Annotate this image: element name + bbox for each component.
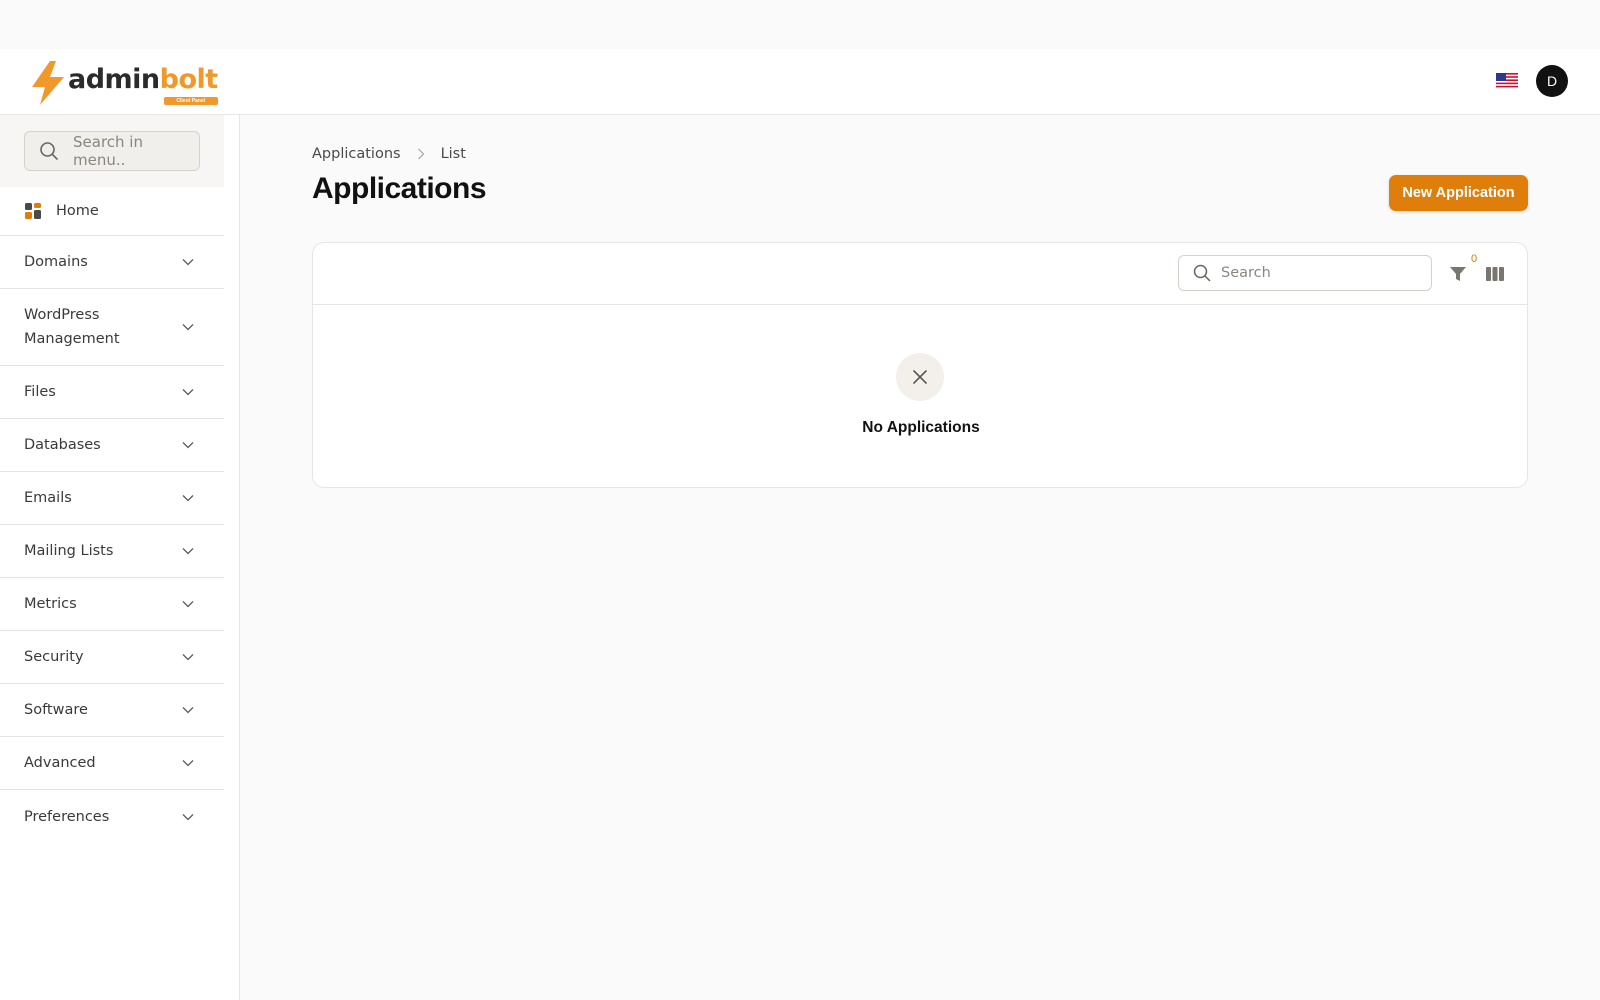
sidebar-item-label: Emails xyxy=(24,490,72,506)
sidebar-item-home[interactable]: Home xyxy=(0,187,224,236)
chevron-right-icon xyxy=(417,148,424,160)
breadcrumb: Applications List xyxy=(312,146,466,162)
chevron-down-icon xyxy=(182,259,194,266)
sidebar: Search in menu.. Home Domains WordPress … xyxy=(0,115,240,1000)
sidebar-nav: Home Domains WordPress Management Files … xyxy=(0,187,224,843)
empty-state-icon xyxy=(896,353,944,401)
sidebar-item-wordpress-management[interactable]: WordPress Management xyxy=(0,289,224,366)
sidebar-item-label: Databases xyxy=(24,437,101,453)
chevron-down-icon xyxy=(182,324,194,331)
chevron-down-icon xyxy=(182,389,194,396)
new-application-button[interactable]: New Application xyxy=(1389,175,1528,211)
applications-table-card: Search 0 No Applications xyxy=(312,242,1528,488)
sidebar-item-label: Domains xyxy=(24,254,88,270)
chevron-down-icon xyxy=(182,548,194,555)
chevron-down-icon xyxy=(182,495,194,502)
search-icon xyxy=(1193,264,1211,282)
sidebar-item-label: WordPress Management xyxy=(24,307,120,347)
page-title: Applications xyxy=(312,172,487,205)
sidebar-item-label: Metrics xyxy=(24,596,77,612)
sidebar-item-label: Software xyxy=(24,702,88,718)
us-flag-icon[interactable] xyxy=(1496,73,1518,88)
columns-icon[interactable] xyxy=(1485,265,1505,283)
sidebar-item-files[interactable]: Files xyxy=(0,366,224,419)
sidebar-item-label: Security xyxy=(24,649,84,665)
table-toolbar: Search 0 xyxy=(313,243,1527,305)
bolt-logo-icon xyxy=(32,61,64,105)
breadcrumb-item-list: List xyxy=(440,146,466,162)
sidebar-item-label: Mailing Lists xyxy=(24,543,114,559)
sidebar-search-placeholder: Search in menu.. xyxy=(73,133,143,169)
top-strip xyxy=(0,0,1600,49)
sidebar-item-databases[interactable]: Databases xyxy=(0,419,224,472)
sidebar-item-software[interactable]: Software xyxy=(0,684,224,737)
chevron-down-icon xyxy=(182,601,194,608)
sidebar-item-security[interactable]: Security xyxy=(0,631,224,684)
table-search-placeholder: Search xyxy=(1221,265,1271,281)
sidebar-item-preferences[interactable]: Preferences xyxy=(0,790,224,843)
sidebar-item-emails[interactable]: Emails xyxy=(0,472,224,525)
chevron-down-icon xyxy=(182,707,194,714)
empty-state-text: No Applications xyxy=(862,419,980,436)
chevron-down-icon xyxy=(182,654,194,661)
search-icon xyxy=(40,142,58,160)
sidebar-item-label: Files xyxy=(24,384,56,400)
breadcrumb-item-applications[interactable]: Applications xyxy=(312,146,401,162)
filter-count-badge: 0 xyxy=(1471,253,1478,265)
app-header: adminbolt Client Panel D xyxy=(0,49,1600,115)
sidebar-item-domains[interactable]: Domains xyxy=(0,236,224,289)
sidebar-search-input[interactable]: Search in menu.. xyxy=(24,131,200,171)
logo-subtitle: Client Panel xyxy=(163,97,218,105)
sidebar-item-label: Preferences xyxy=(24,808,110,825)
sidebar-item-metrics[interactable]: Metrics xyxy=(0,578,224,631)
sidebar-item-advanced[interactable]: Advanced xyxy=(0,737,224,790)
logo[interactable]: adminbolt Client Panel xyxy=(30,61,218,105)
chevron-down-icon xyxy=(182,442,194,449)
logo-text: adminbolt Client Panel xyxy=(68,61,218,105)
logo-wordmark: adminbolt xyxy=(68,64,218,95)
home-grid-icon xyxy=(25,203,41,219)
sidebar-search-area: Search in menu.. xyxy=(0,115,224,187)
sidebar-item-label: Advanced xyxy=(24,755,96,771)
chevron-down-icon xyxy=(182,813,194,820)
sidebar-item-label: Home xyxy=(56,203,99,219)
sidebar-item-mailing-lists[interactable]: Mailing Lists xyxy=(0,525,224,578)
chevron-down-icon xyxy=(182,760,194,767)
user-avatar[interactable]: D xyxy=(1536,65,1568,97)
table-search-input[interactable]: Search xyxy=(1178,255,1432,291)
filter-icon[interactable] xyxy=(1449,265,1467,283)
close-icon xyxy=(913,370,927,384)
